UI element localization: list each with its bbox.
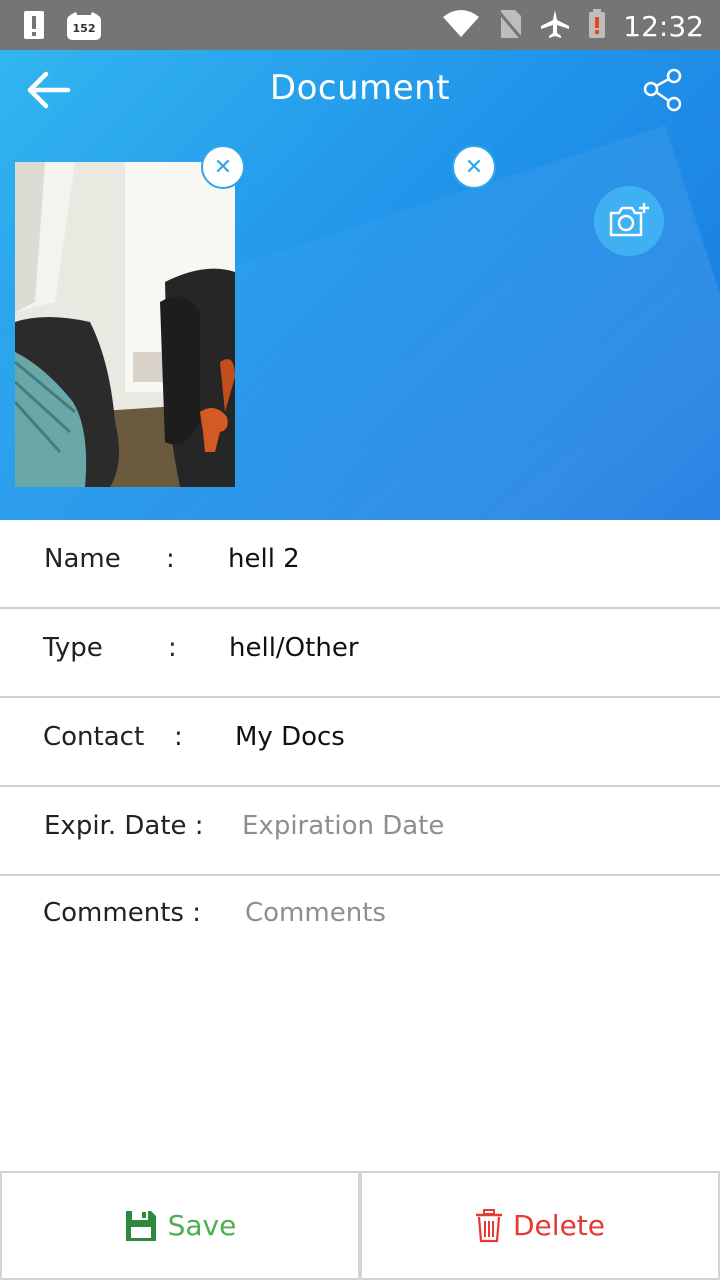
contact-colon: :	[174, 722, 183, 752]
save-button[interactable]: Save	[0, 1171, 360, 1280]
type-colon: :	[168, 633, 177, 663]
alert-icon	[22, 9, 48, 45]
status-bar: 152 12:32	[0, 0, 720, 50]
wifi-icon	[441, 9, 481, 43]
delete-button[interactable]: Delete	[360, 1171, 720, 1280]
comments-field[interactable]: Comments	[245, 898, 386, 928]
remove-attachment-button[interactable]: ✕	[201, 145, 245, 189]
type-label: Type	[43, 633, 103, 663]
share-icon	[643, 68, 682, 112]
save-icon	[125, 1210, 156, 1241]
notification-app-icon: 152	[66, 12, 102, 42]
document-details-form: Name : hell 2 Type : hell/Other Contact …	[0, 520, 720, 1176]
airplane-mode-icon	[539, 8, 571, 44]
clock: 12:32	[623, 9, 704, 43]
attachment-photo	[15, 162, 235, 487]
action-bar: Save Delete	[0, 1171, 720, 1280]
no-sim-icon	[497, 8, 523, 44]
delete-label: Delete	[513, 1209, 605, 1242]
share-button[interactable]	[642, 68, 686, 112]
close-icon: ✕	[213, 154, 233, 180]
name-row[interactable]: Name : hell 2	[0, 520, 720, 609]
contact-value[interactable]: My Docs	[235, 722, 345, 752]
expiration-date-label: Expir. Date :	[44, 811, 204, 841]
comments-label: Comments :	[43, 898, 201, 928]
trash-icon	[476, 1208, 502, 1242]
page-title: Document	[269, 68, 451, 108]
comments-row[interactable]: Comments : Comments	[0, 876, 720, 1176]
name-colon: :	[166, 544, 175, 574]
name-value[interactable]: hell 2	[228, 544, 300, 574]
contact-label: Contact	[43, 722, 145, 752]
battery-alert-icon	[587, 8, 607, 44]
type-row[interactable]: Type : hell/Other	[0, 609, 720, 698]
document-header: Document ✕ ✕	[0, 50, 720, 520]
expiration-date-field[interactable]: Expiration Date	[242, 811, 444, 841]
attachment-thumbnail[interactable]	[15, 162, 235, 487]
notification-count: 152	[72, 22, 96, 35]
add-photo-button[interactable]	[594, 186, 664, 256]
close-icon: ✕	[464, 154, 484, 180]
contact-row[interactable]: Contact : My Docs	[0, 698, 720, 787]
camera-add-icon	[609, 203, 649, 237]
type-value[interactable]: hell/Other	[229, 633, 359, 663]
save-label: Save	[167, 1209, 237, 1242]
remove-attachment-button-2[interactable]: ✕	[452, 145, 496, 189]
name-label: Name	[44, 544, 121, 574]
expiration-date-row[interactable]: Expir. Date : Expiration Date	[0, 787, 720, 876]
